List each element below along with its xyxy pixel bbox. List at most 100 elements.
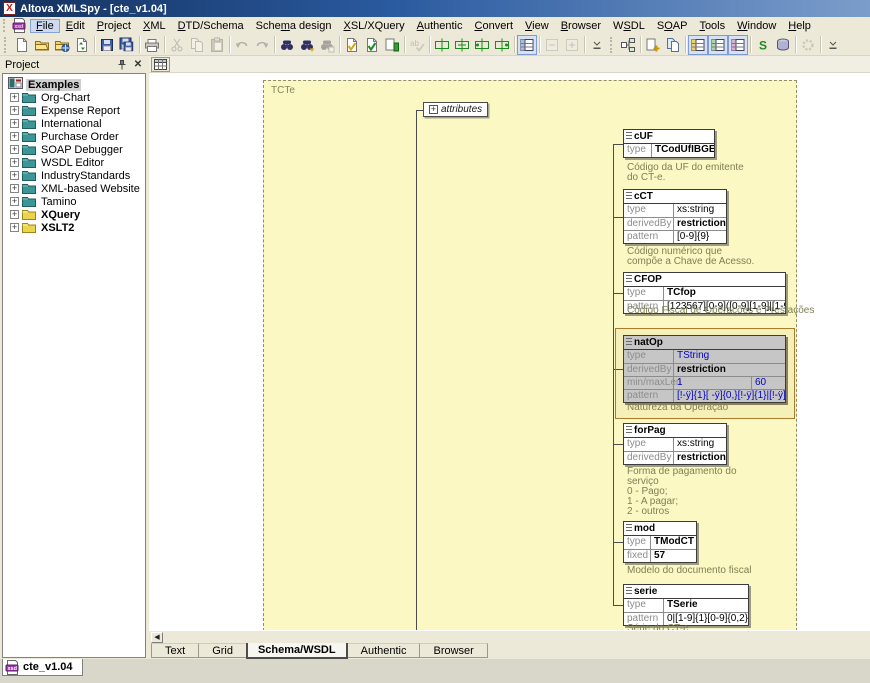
menu-edit[interactable]: Edit (60, 19, 91, 33)
tree-item-wsdl-editor[interactable]: WSDL Editor (8, 156, 145, 169)
toolbar-overflow-icon[interactable] (587, 35, 607, 55)
open-url-icon[interactable] (52, 35, 72, 55)
tree-item-tamino[interactable]: Tamino (8, 195, 145, 208)
menu-project[interactable]: Project (91, 19, 137, 33)
menu-soap[interactable]: SOAP (651, 19, 694, 33)
expand-plus-icon[interactable] (10, 145, 19, 154)
close-icon[interactable]: ✕ (132, 59, 144, 71)
pretty-print-icon[interactable] (432, 35, 452, 55)
new-document-icon[interactable] (12, 35, 32, 55)
copy-icon[interactable] (187, 35, 207, 55)
menu-file[interactable]: File (30, 19, 60, 33)
project-root-examples[interactable]: Examples (8, 78, 145, 91)
syntax-coloring-icon[interactable] (492, 35, 512, 55)
menu-convert[interactable]: Convert (469, 19, 520, 33)
expand-plus-icon[interactable] (10, 184, 19, 193)
find-in-files-icon[interactable] (317, 35, 337, 55)
show-annotations-icon[interactable] (688, 35, 708, 55)
tab-browser[interactable]: Browser (419, 643, 487, 658)
show-detail-icon[interactable] (728, 35, 748, 55)
menubar: xsd FileEditProjectXMLDTD/SchemaSchema d… (0, 17, 870, 34)
element-cCT[interactable]: cCTtypexs:stringderivedByrestrictionpatt… (623, 189, 727, 244)
expand-plus-icon[interactable] (10, 197, 19, 206)
menu-xml[interactable]: XML (137, 19, 172, 33)
element-cUF[interactable]: cUFtypeTCodUfIBGE (623, 129, 715, 158)
redo-icon[interactable] (252, 35, 272, 55)
document-menu-icon[interactable]: xsd (12, 18, 27, 33)
menu-dtd-schema[interactable]: DTD/Schema (172, 19, 250, 33)
tree-item-org-chart[interactable]: Org-Chart (8, 91, 145, 104)
find-icon[interactable] (277, 35, 297, 55)
element-mod[interactable]: modtypeTModCTfixed57 (623, 521, 697, 563)
tab-grid[interactable]: Grid (198, 643, 247, 658)
menu-view[interactable]: View (519, 19, 555, 33)
expand-plus-icon[interactable] (10, 132, 19, 141)
menu-xsl-xquery[interactable]: XSL/XQuery (337, 19, 410, 33)
menu-schema-design[interactable]: Schema design (250, 19, 338, 33)
paste-icon[interactable] (207, 35, 227, 55)
tree-item-industrystandards[interactable]: IndustryStandards (8, 169, 145, 182)
collapse-unselected-icon[interactable] (542, 35, 562, 55)
enhanced-grid-view-icon[interactable] (517, 35, 537, 55)
expand-plus-icon[interactable] (10, 106, 19, 115)
expand-plus-icon[interactable] (10, 93, 19, 102)
schema-settings-icon[interactable] (618, 35, 638, 55)
toolbar-overflow-icon[interactable] (823, 35, 843, 55)
pin-icon[interactable] (116, 59, 128, 71)
expand-all-icon[interactable] (562, 35, 582, 55)
tree-item-international[interactable]: International (8, 117, 145, 130)
line-numbers-icon[interactable] (472, 35, 492, 55)
element-serie[interactable]: serietypeTSeriepattern0|[1-9]{1}[0-9]{0,… (623, 584, 749, 626)
menu-browser[interactable]: Browser (555, 19, 607, 33)
save-all-icon[interactable] (117, 35, 137, 55)
element-forPag[interactable]: forPagtypexs:stringderivedByrestriction (623, 423, 727, 465)
append-node-icon[interactable] (663, 35, 683, 55)
element-natOp[interactable]: natOptypeTStringderivedByrestrictionmin/… (623, 335, 786, 403)
menu-authentic[interactable]: Authentic (411, 19, 469, 33)
database-connection-icon[interactable] (773, 35, 793, 55)
menu-help[interactable]: Help (782, 19, 817, 33)
tab-authentic[interactable]: Authentic (347, 643, 421, 658)
tree-item-expense-report[interactable]: Expense Report (8, 104, 145, 117)
show-types-icon[interactable] (708, 35, 728, 55)
expand-plus-icon[interactable] (10, 171, 19, 180)
cut-icon[interactable] (167, 35, 187, 55)
scroll-left-button[interactable]: ◀ (151, 632, 163, 643)
print-icon[interactable] (142, 35, 162, 55)
expand-plus-icon[interactable] (10, 210, 19, 219)
display-all-globals-button[interactable] (151, 57, 170, 72)
scripting-settings-icon[interactable] (798, 35, 818, 55)
expand-plus-icon[interactable] (10, 223, 19, 232)
undo-icon[interactable] (232, 35, 252, 55)
open-file-icon[interactable] (32, 35, 52, 55)
find-next-icon[interactable] (297, 35, 317, 55)
menu-tools[interactable]: Tools (693, 19, 731, 33)
assign-schema-icon[interactable] (382, 35, 402, 55)
tab-schema-wsdl[interactable]: Schema/WSDL (246, 643, 348, 659)
tree-item-xquery[interactable]: XQuery (8, 208, 145, 221)
tree-item-xslt2[interactable]: XSLT2 (8, 221, 145, 234)
spellcheck-icon[interactable]: ab (407, 35, 427, 55)
tree-item-purchase-order[interactable]: Purchase Order (8, 130, 145, 143)
expand-plus-icon[interactable] (10, 119, 19, 128)
menu-window[interactable]: Window (731, 19, 782, 33)
reload-file-icon[interactable] (72, 35, 92, 55)
toolbar-grip[interactable] (610, 37, 615, 53)
insert-node-icon[interactable] (643, 35, 663, 55)
toolbar-grip[interactable] (4, 37, 9, 53)
tab-text[interactable]: Text (151, 643, 199, 658)
check-wellformed-icon[interactable] (342, 35, 362, 55)
attributes-box[interactable]: attributes (423, 102, 488, 117)
word-wrap-icon[interactable] (452, 35, 472, 55)
document-tab-cte-v1-04[interactable]: xsdcte_v1.04 (2, 659, 83, 676)
app-icon: X (3, 2, 16, 15)
expand-plus-icon[interactable] (429, 105, 438, 114)
validate-icon[interactable] (362, 35, 382, 55)
folder-icon (22, 222, 36, 233)
tree-item-soap-debugger[interactable]: SOAP Debugger (8, 143, 145, 156)
generate-schema-doc-icon[interactable]: S (753, 35, 773, 55)
tree-item-xml-based-website[interactable]: XML-based Website (8, 182, 145, 195)
save-icon[interactable] (97, 35, 117, 55)
expand-plus-icon[interactable] (10, 158, 19, 167)
menu-wsdl[interactable]: WSDL (607, 19, 651, 33)
